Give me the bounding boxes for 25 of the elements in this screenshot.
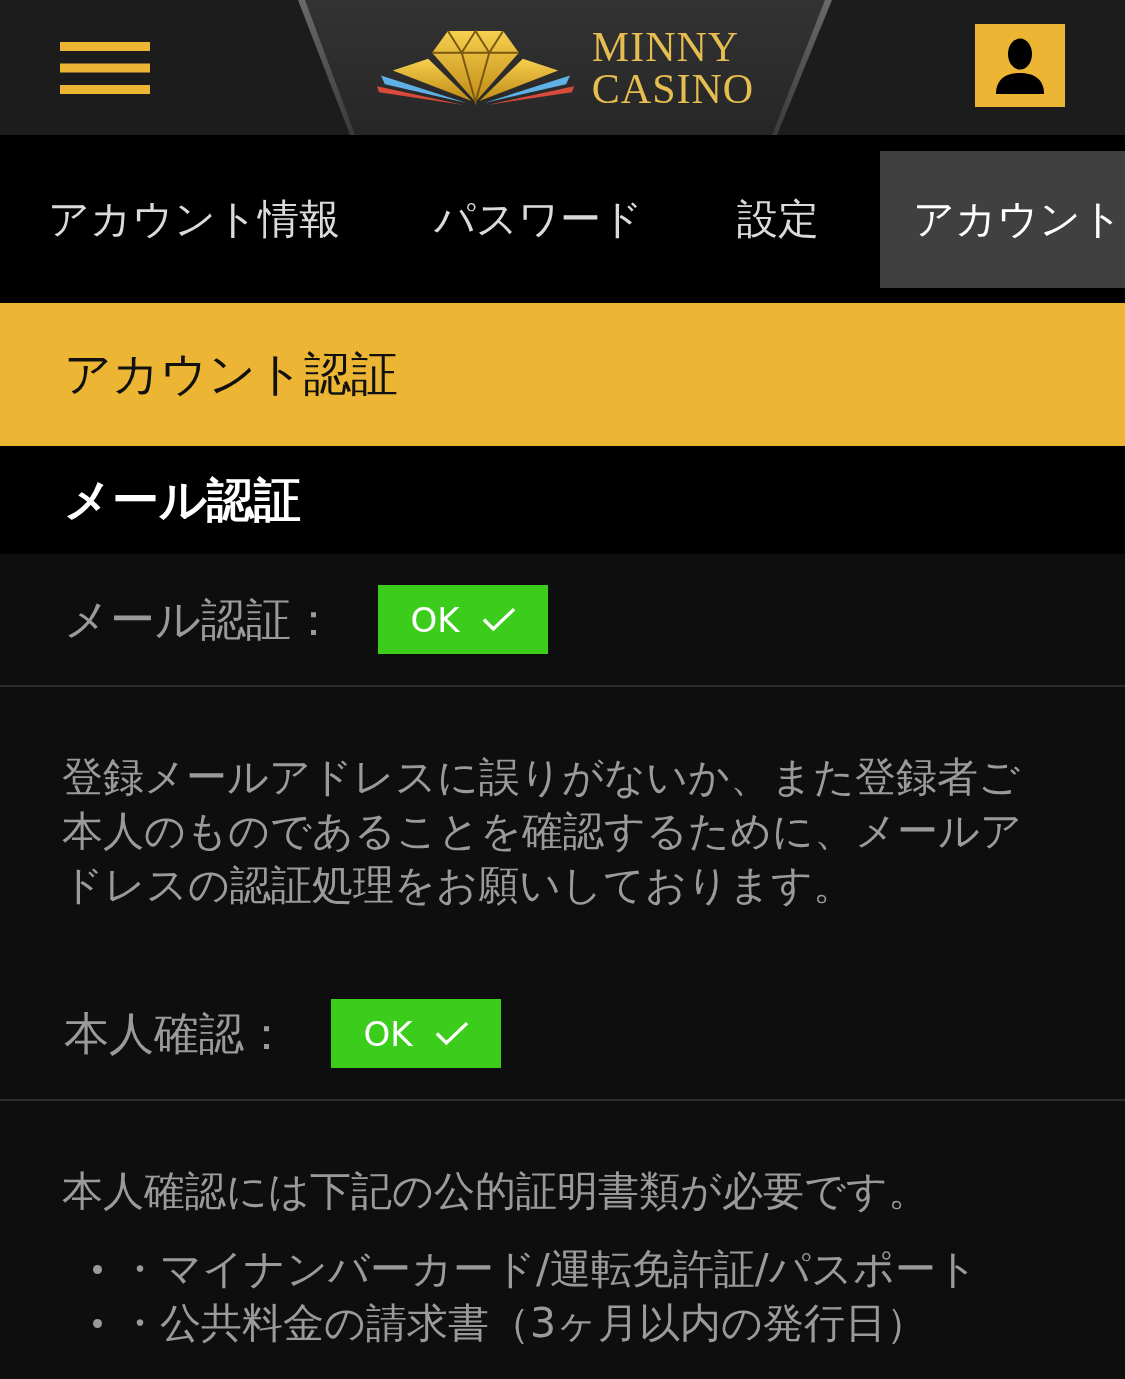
list-item-text: ・マイナンバーカード/運転免許証/パスポート xyxy=(119,1244,978,1295)
tab[interactable]: パスワード xyxy=(401,151,676,288)
checkmark-icon xyxy=(481,607,516,632)
tab[interactable]: 設定 xyxy=(704,151,852,288)
status-text: OK xyxy=(363,1013,413,1054)
account-button[interactable] xyxy=(975,24,1065,107)
logo-text: CASINO xyxy=(591,67,755,110)
menu-icon xyxy=(60,41,150,94)
tab[interactable]: アカウント情報 xyxy=(15,151,373,288)
section-heading: メール認証 xyxy=(0,446,1125,554)
tab[interactable]: アカウント xyxy=(880,151,1125,288)
checkmark-icon xyxy=(434,1021,469,1046)
bullet-icon xyxy=(93,1318,102,1328)
status-label: メール認証： xyxy=(64,591,336,648)
page-title: アカウント認証 xyxy=(0,303,1125,446)
menu-button[interactable] xyxy=(60,41,150,94)
status-label: 本人確認： xyxy=(64,1005,289,1062)
diamond-emblem-icon xyxy=(376,29,574,106)
logo-text: MINNY xyxy=(591,25,741,68)
description-text: 登録メールアドレスに誤りがないか、また登録者ご本人のものであることを確認するために、メールアドレスの認証処理をお願いしております。 xyxy=(62,752,1023,911)
status-text: OK xyxy=(410,599,460,640)
bullet-icon xyxy=(93,1264,102,1274)
user-silhouette-icon xyxy=(994,37,1046,94)
list-item-text: ・公共料金の請求書（3ヶ月以内の発行日） xyxy=(119,1298,928,1349)
description-text: 本人確認には下記の公的証明書類が必要です。 xyxy=(62,1166,930,1217)
